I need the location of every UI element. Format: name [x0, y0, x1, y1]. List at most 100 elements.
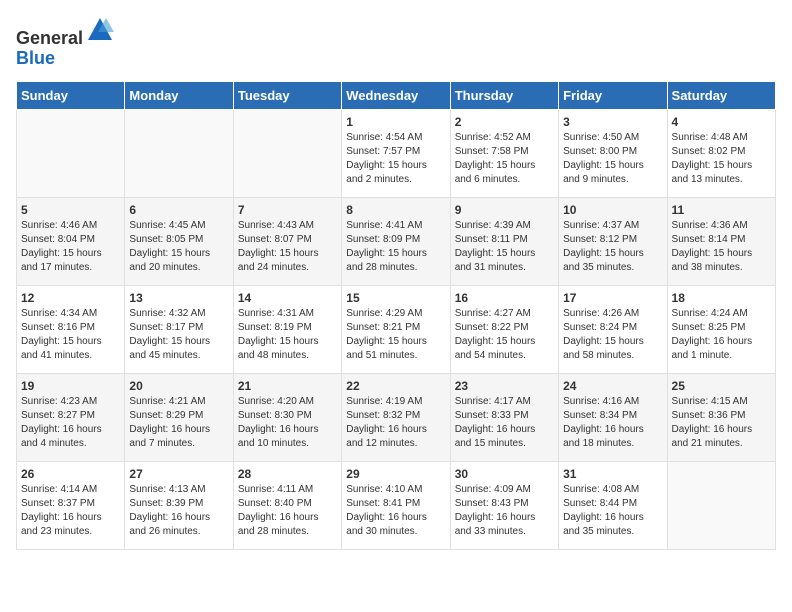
calendar-cell: 9 Sunrise: 4:39 AM Sunset: 8:11 PM Daylig… [450, 197, 558, 285]
day-info: Sunrise: 4:31 AM Sunset: 8:19 PM Dayligh… [238, 307, 337, 363]
day-info: Sunrise: 4:48 AM Sunset: 8:02 PM Dayligh… [672, 131, 771, 187]
calendar-week-row: 12Sunrise: 4:34 AM Sunset: 8:16 PM Dayli… [17, 285, 776, 373]
day-number: 13 [129, 291, 228, 305]
day-number: 28 [238, 467, 337, 481]
calendar-week-row: 19 Sunrise: 4:23 AM Sunset: 8:27 PM Dayli… [17, 373, 776, 461]
day-number: 9 [455, 203, 554, 217]
day-number: 23 [455, 379, 554, 393]
day-number: 4 [672, 115, 771, 129]
calendar-cell: 28 Sunrise: 4:11 AM Sunset: 8:40 PM Dayli… [233, 461, 341, 549]
day-info: Sunrise: 4:20 AM Sunset: 8:30 PM Dayligh… [238, 395, 337, 451]
calendar-cell: 27 Sunrise: 4:13 AM Sunset: 8:39 PM Dayli… [125, 461, 233, 549]
day-number: 14 [238, 291, 337, 305]
day-info: Sunrise: 4:36 AM Sunset: 8:14 PM Dayligh… [672, 219, 771, 275]
calendar-cell [667, 461, 775, 549]
day-info: Sunrise: 4:41 AM Sunset: 8:09 PM Dayligh… [346, 219, 445, 275]
day-number: 19 [21, 379, 120, 393]
day-info: Sunrise: 4:10 AM Sunset: 8:41 PM Dayligh… [346, 483, 445, 539]
calendar-cell: 8Sunrise: 4:41 AM Sunset: 8:09 PM Daylig… [342, 197, 450, 285]
calendar-cell: 10 Sunrise: 4:37 AM Sunset: 8:12 PM Dayli… [559, 197, 667, 285]
calendar-cell: 29Sunrise: 4:10 AM Sunset: 8:41 PM Dayli… [342, 461, 450, 549]
day-number: 31 [563, 467, 662, 481]
calendar-cell: 25 Sunrise: 4:15 AM Sunset: 8:36 PM Dayli… [667, 373, 775, 461]
day-info: Sunrise: 4:23 AM Sunset: 8:27 PM Dayligh… [21, 395, 120, 451]
day-info: Sunrise: 4:14 AM Sunset: 8:37 PM Dayligh… [21, 483, 120, 539]
calendar-cell: 5 Sunrise: 4:46 AM Sunset: 8:04 PM Daylig… [17, 197, 125, 285]
day-number: 7 [238, 203, 337, 217]
day-number: 12 [21, 291, 120, 305]
calendar-cell: 26 Sunrise: 4:14 AM Sunset: 8:37 PM Dayli… [17, 461, 125, 549]
calendar-cell: 17 Sunrise: 4:26 AM Sunset: 8:24 PM Dayli… [559, 285, 667, 373]
logo-general: General [16, 28, 83, 48]
weekday-header-wednesday: Wednesday [342, 81, 450, 109]
calendar-week-row: 1 Sunrise: 4:54 AM Sunset: 7:57 PM Daylig… [17, 109, 776, 197]
weekday-header-monday: Monday [125, 81, 233, 109]
calendar-cell: 20 Sunrise: 4:21 AM Sunset: 8:29 PM Dayli… [125, 373, 233, 461]
calendar-cell [233, 109, 341, 197]
day-number: 2 [455, 115, 554, 129]
calendar-cell: 3Sunrise: 4:50 AM Sunset: 8:00 PM Daylig… [559, 109, 667, 197]
weekday-header-tuesday: Tuesday [233, 81, 341, 109]
day-info: Sunrise: 4:52 AM Sunset: 7:58 PM Dayligh… [455, 131, 554, 187]
calendar-cell: 2 Sunrise: 4:52 AM Sunset: 7:58 PM Daylig… [450, 109, 558, 197]
calendar-cell: 13 Sunrise: 4:32 AM Sunset: 8:17 PM Dayli… [125, 285, 233, 373]
day-info: Sunrise: 4:21 AM Sunset: 8:29 PM Dayligh… [129, 395, 228, 451]
calendar-cell: 6 Sunrise: 4:45 AM Sunset: 8:05 PM Daylig… [125, 197, 233, 285]
day-number: 5 [21, 203, 120, 217]
day-number: 11 [672, 203, 771, 217]
calendar-cell: 21 Sunrise: 4:20 AM Sunset: 8:30 PM Dayli… [233, 373, 341, 461]
day-number: 1 [346, 115, 445, 129]
calendar-cell: 7 Sunrise: 4:43 AM Sunset: 8:07 PM Daylig… [233, 197, 341, 285]
weekday-header-saturday: Saturday [667, 81, 775, 109]
day-number: 24 [563, 379, 662, 393]
day-number: 22 [346, 379, 445, 393]
calendar-cell: 23Sunrise: 4:17 AM Sunset: 8:33 PM Dayli… [450, 373, 558, 461]
calendar-cell: 12Sunrise: 4:34 AM Sunset: 8:16 PM Dayli… [17, 285, 125, 373]
day-number: 16 [455, 291, 554, 305]
day-info: Sunrise: 4:39 AM Sunset: 8:11 PM Dayligh… [455, 219, 554, 275]
calendar-cell: 15Sunrise: 4:29 AM Sunset: 8:21 PM Dayli… [342, 285, 450, 373]
weekday-header-thursday: Thursday [450, 81, 558, 109]
day-info: Sunrise: 4:11 AM Sunset: 8:40 PM Dayligh… [238, 483, 337, 539]
weekday-header-row: SundayMondayTuesdayWednesdayThursdayFrid… [17, 81, 776, 109]
logo-icon [86, 16, 114, 44]
day-info: Sunrise: 4:32 AM Sunset: 8:17 PM Dayligh… [129, 307, 228, 363]
day-number: 6 [129, 203, 228, 217]
day-info: Sunrise: 4:46 AM Sunset: 8:04 PM Dayligh… [21, 219, 120, 275]
day-info: Sunrise: 4:09 AM Sunset: 8:43 PM Dayligh… [455, 483, 554, 539]
day-info: Sunrise: 4:15 AM Sunset: 8:36 PM Dayligh… [672, 395, 771, 451]
day-info: Sunrise: 4:24 AM Sunset: 8:25 PM Dayligh… [672, 307, 771, 363]
day-number: 20 [129, 379, 228, 393]
day-info: Sunrise: 4:08 AM Sunset: 8:44 PM Dayligh… [563, 483, 662, 539]
page-header: General Blue [16, 16, 776, 69]
day-info: Sunrise: 4:50 AM Sunset: 8:00 PM Dayligh… [563, 131, 662, 187]
day-info: Sunrise: 4:16 AM Sunset: 8:34 PM Dayligh… [563, 395, 662, 451]
day-number: 17 [563, 291, 662, 305]
day-number: 18 [672, 291, 771, 305]
calendar-cell [17, 109, 125, 197]
calendar-cell: 19 Sunrise: 4:23 AM Sunset: 8:27 PM Dayli… [17, 373, 125, 461]
calendar-cell: 11 Sunrise: 4:36 AM Sunset: 8:14 PM Dayli… [667, 197, 775, 285]
day-info: Sunrise: 4:54 AM Sunset: 7:57 PM Dayligh… [346, 131, 445, 187]
day-number: 25 [672, 379, 771, 393]
weekday-header-friday: Friday [559, 81, 667, 109]
calendar-cell: 18 Sunrise: 4:24 AM Sunset: 8:25 PM Dayli… [667, 285, 775, 373]
day-info: Sunrise: 4:43 AM Sunset: 8:07 PM Dayligh… [238, 219, 337, 275]
calendar-cell: 16 Sunrise: 4:27 AM Sunset: 8:22 PM Dayli… [450, 285, 558, 373]
day-info: Sunrise: 4:26 AM Sunset: 8:24 PM Dayligh… [563, 307, 662, 363]
day-number: 10 [563, 203, 662, 217]
calendar-cell: 24 Sunrise: 4:16 AM Sunset: 8:34 PM Dayli… [559, 373, 667, 461]
day-info: Sunrise: 4:27 AM Sunset: 8:22 PM Dayligh… [455, 307, 554, 363]
day-number: 27 [129, 467, 228, 481]
calendar-cell: 31 Sunrise: 4:08 AM Sunset: 8:44 PM Dayli… [559, 461, 667, 549]
day-number: 21 [238, 379, 337, 393]
day-info: Sunrise: 4:37 AM Sunset: 8:12 PM Dayligh… [563, 219, 662, 275]
calendar-cell: 14 Sunrise: 4:31 AM Sunset: 8:19 PM Dayli… [233, 285, 341, 373]
day-number: 26 [21, 467, 120, 481]
calendar-table: SundayMondayTuesdayWednesdayThursdayFrid… [16, 81, 776, 550]
calendar-cell: 4 Sunrise: 4:48 AM Sunset: 8:02 PM Daylig… [667, 109, 775, 197]
calendar-cell: 30Sunrise: 4:09 AM Sunset: 8:43 PM Dayli… [450, 461, 558, 549]
day-info: Sunrise: 4:13 AM Sunset: 8:39 PM Dayligh… [129, 483, 228, 539]
day-info: Sunrise: 4:45 AM Sunset: 8:05 PM Dayligh… [129, 219, 228, 275]
logo-blue: Blue [16, 48, 55, 68]
